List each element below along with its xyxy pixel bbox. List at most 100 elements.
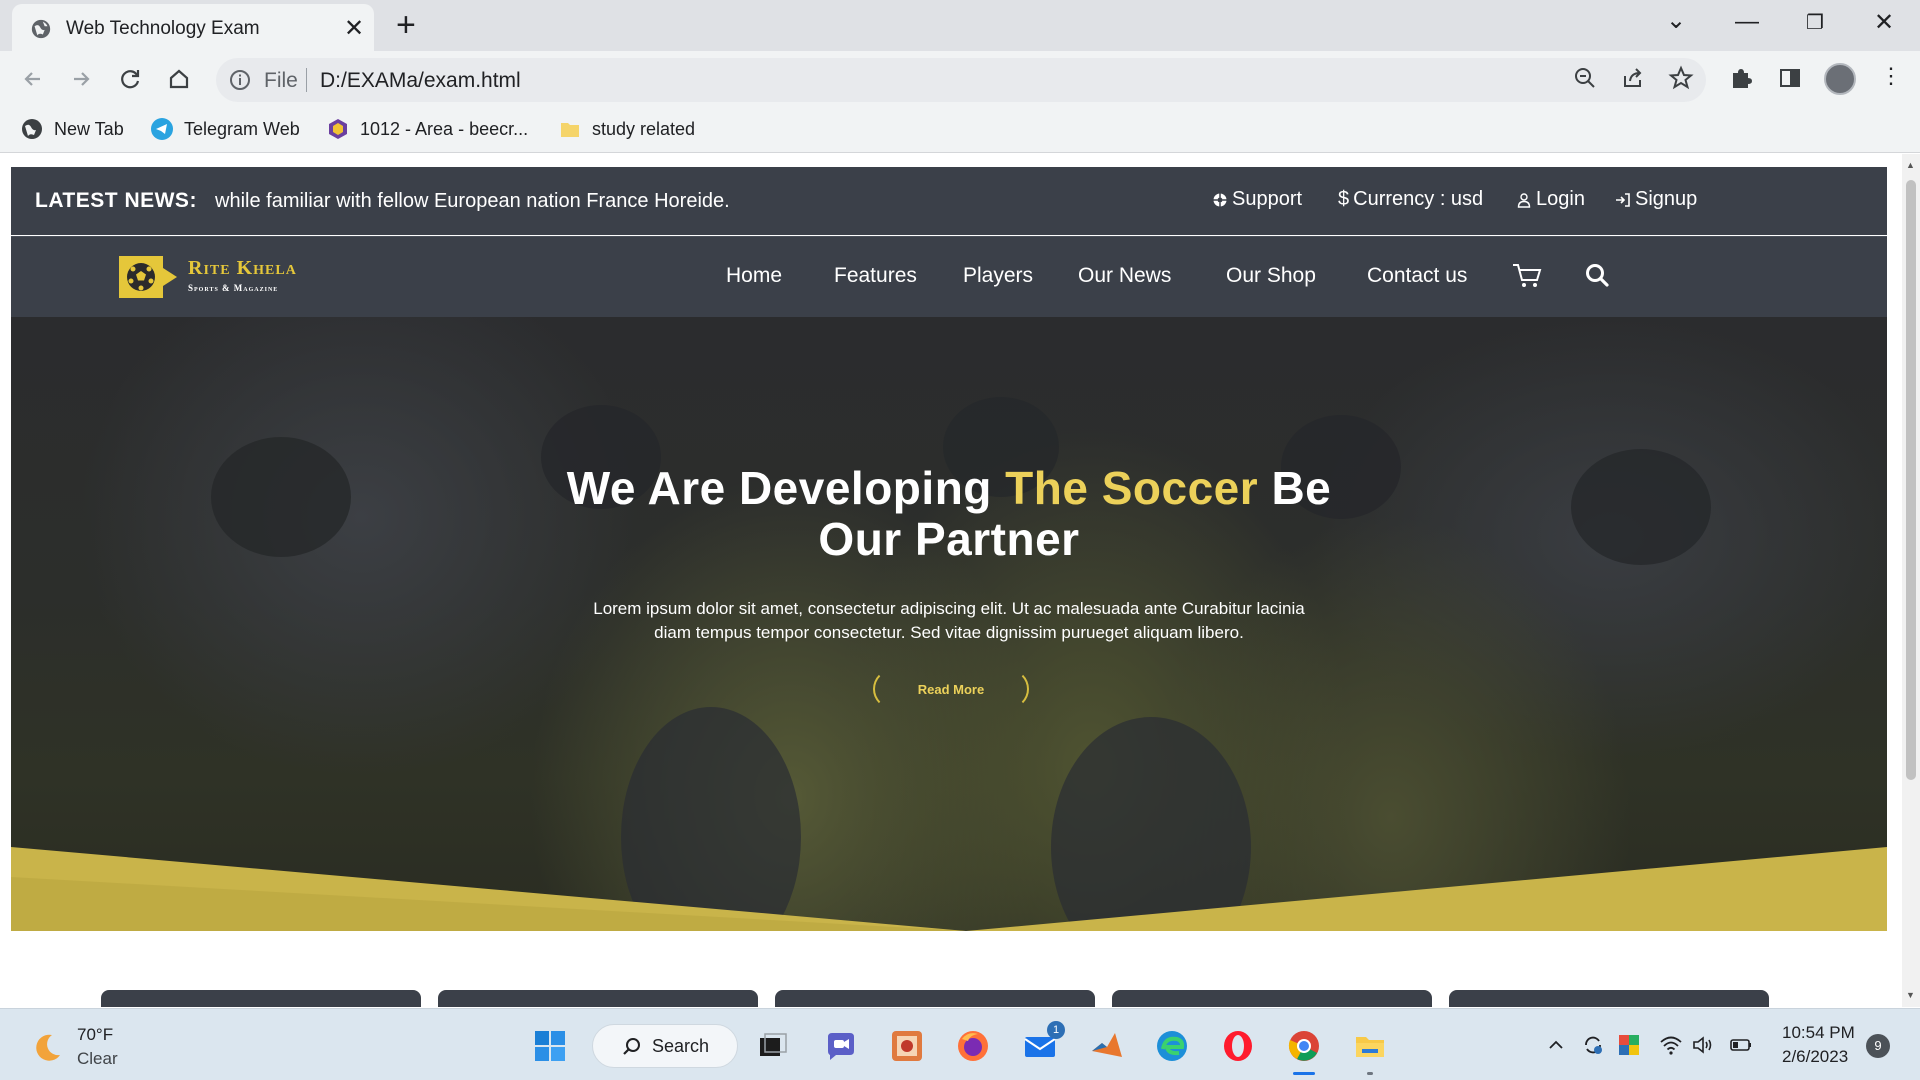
sign-in-icon: [1616, 192, 1630, 207]
nav-contact-us[interactable]: Contact us: [1367, 264, 1467, 288]
photo-app-icon[interactable]: [890, 1029, 924, 1063]
telegram-icon: [151, 118, 173, 140]
sync-icon[interactable]: [1581, 1033, 1605, 1057]
search-icon: [623, 1038, 640, 1055]
moon-icon[interactable]: [30, 1031, 64, 1065]
side-panel-icon[interactable]: [1775, 63, 1805, 93]
latest-news-label: LATEST NEWS:: [35, 189, 197, 212]
chrome-icon[interactable]: [1287, 1029, 1321, 1063]
browser-menu-icon[interactable]: ⋮: [1880, 63, 1902, 89]
back-arrow-icon[interactable]: [18, 64, 48, 94]
signup-label: Signup: [1635, 188, 1698, 210]
info-icon[interactable]: [228, 68, 252, 92]
profile-avatar[interactable]: [1824, 63, 1856, 95]
battery-icon[interactable]: [1729, 1033, 1753, 1057]
nav-our-shop[interactable]: Our Shop: [1226, 264, 1316, 288]
url-scheme-label: File: [264, 69, 298, 92]
beecrowd-icon: [329, 119, 347, 139]
forward-arrow-icon[interactable]: [66, 64, 96, 94]
firefox-icon[interactable]: [956, 1029, 990, 1063]
globe-icon: [31, 19, 51, 39]
currency-selector[interactable]: $ Currency : usd: [1338, 188, 1483, 211]
signup-link[interactable]: Signup: [1615, 188, 1697, 211]
dollar-icon: $: [1338, 188, 1350, 210]
weather-temperature: 70°F: [77, 1025, 114, 1044]
volume-icon[interactable]: [1691, 1033, 1715, 1057]
show-hidden-icons-icon[interactable]: [1544, 1033, 1568, 1057]
support-label: Support: [1232, 188, 1303, 210]
nav-players[interactable]: Players: [963, 264, 1033, 288]
taskbar-search[interactable]: Search: [592, 1024, 738, 1068]
bookmark-telegram[interactable]: Telegram Web: [150, 117, 300, 141]
zoom-out-icon[interactable]: [1570, 63, 1600, 93]
cart-icon[interactable]: [1511, 261, 1543, 289]
taskbar-search-label: Search: [652, 1036, 710, 1056]
mail-badge: 1: [1047, 1021, 1065, 1039]
bookmark-star-icon[interactable]: [1666, 63, 1696, 93]
notification-count-badge[interactable]: 9: [1866, 1034, 1890, 1058]
url-text[interactable]: D:/EXAMa/exam.html: [320, 69, 521, 93]
window-close-icon[interactable]: ✕: [1874, 8, 1894, 37]
bookmark-study-related[interactable]: study related: [558, 117, 695, 141]
hero-description: Lorem ipsum dolor sit amet, consectetur …: [593, 599, 1305, 642]
hero-title-line2: Our Partner: [818, 513, 1080, 565]
login-label: Login: [1536, 188, 1585, 210]
windows-start-icon[interactable]: [533, 1029, 567, 1063]
browser-tab[interactable]: Web Technology Exam ✕: [12, 4, 374, 51]
tab-search-chevron-icon[interactable]: ⌄: [1666, 6, 1686, 35]
address-bar[interactable]: File D:/EXAMa/exam.html: [216, 58, 1706, 102]
top-news-bar: LATEST NEWS: while familiar with fellow …: [11, 167, 1887, 235]
bookmark-beecrowd[interactable]: 1012 - Area - beecr...: [326, 117, 528, 141]
support-icon: [1213, 193, 1227, 206]
web-page: LATEST NEWS: while familiar with fellow …: [0, 154, 1920, 1007]
support-link[interactable]: Support: [1212, 188, 1302, 211]
wifi-icon[interactable]: [1659, 1033, 1683, 1057]
minimize-icon[interactable]: —: [1735, 8, 1759, 36]
browser-tab-strip: Web Technology Exam ✕ + ⌄ — ❐ ✕: [0, 0, 1920, 51]
url-separator: [306, 68, 307, 92]
logo-title: Rite Khela: [188, 257, 297, 279]
teams-chat-icon[interactable]: [824, 1029, 858, 1063]
new-tab-button[interactable]: +: [396, 6, 416, 45]
bookmark-label: study related: [592, 118, 696, 139]
share-icon[interactable]: [1618, 63, 1648, 93]
opera-icon[interactable]: [1221, 1029, 1255, 1063]
feature-card[interactable]: [101, 990, 421, 1007]
task-view-icon[interactable]: [756, 1029, 790, 1063]
extensions-icon[interactable]: [1726, 63, 1756, 93]
matlab-icon[interactable]: [1090, 1029, 1124, 1063]
reload-icon[interactable]: [115, 64, 145, 94]
feature-card[interactable]: [438, 990, 758, 1007]
nav-features[interactable]: Features: [834, 264, 917, 288]
user-icon: [1517, 192, 1531, 208]
hero-title: We Are Developing The Soccer Be Our Part…: [11, 463, 1887, 565]
nav-home[interactable]: Home: [726, 264, 782, 288]
restore-icon[interactable]: ❐: [1806, 10, 1824, 35]
latest-news-text: while familiar with fellow European nati…: [215, 190, 730, 212]
search-icon[interactable]: [1584, 262, 1610, 288]
edge-icon[interactable]: [1155, 1029, 1189, 1063]
bookmark-new-tab[interactable]: New Tab: [20, 117, 124, 141]
close-tab-icon[interactable]: ✕: [344, 14, 364, 43]
clock-time[interactable]: 10:54 PM: [1782, 1023, 1855, 1043]
home-icon[interactable]: [164, 64, 194, 94]
colored-app-icon[interactable]: [1617, 1033, 1641, 1057]
file-explorer-icon[interactable]: [1353, 1029, 1387, 1063]
scrollbar-thumb[interactable]: [1906, 180, 1916, 780]
bookmark-label: Telegram Web: [184, 118, 300, 139]
feature-card[interactable]: [1449, 990, 1769, 1007]
login-link[interactable]: Login: [1516, 188, 1585, 211]
tab-title: Web Technology Exam: [66, 18, 260, 39]
nav-our-news[interactable]: Our News: [1078, 264, 1171, 288]
clock-date[interactable]: 2/6/2023: [1782, 1047, 1848, 1067]
page-scrollbar[interactable]: ▲ ▼: [1902, 154, 1920, 1007]
currency-label: Currency : usd: [1353, 188, 1484, 210]
browser-toolbar: File D:/EXAMa/exam.html ⋮: [0, 51, 1920, 107]
hero-title-part2: Be: [1258, 462, 1332, 514]
read-more-button[interactable]: Read More: [873, 669, 1029, 709]
feature-card[interactable]: [775, 990, 1095, 1007]
feature-card[interactable]: [1112, 990, 1432, 1007]
hero-title-part1: We Are Developing: [566, 462, 1006, 514]
scroll-up-icon[interactable]: ▲: [1906, 160, 1915, 170]
scroll-down-icon[interactable]: ▼: [1906, 990, 1915, 1000]
